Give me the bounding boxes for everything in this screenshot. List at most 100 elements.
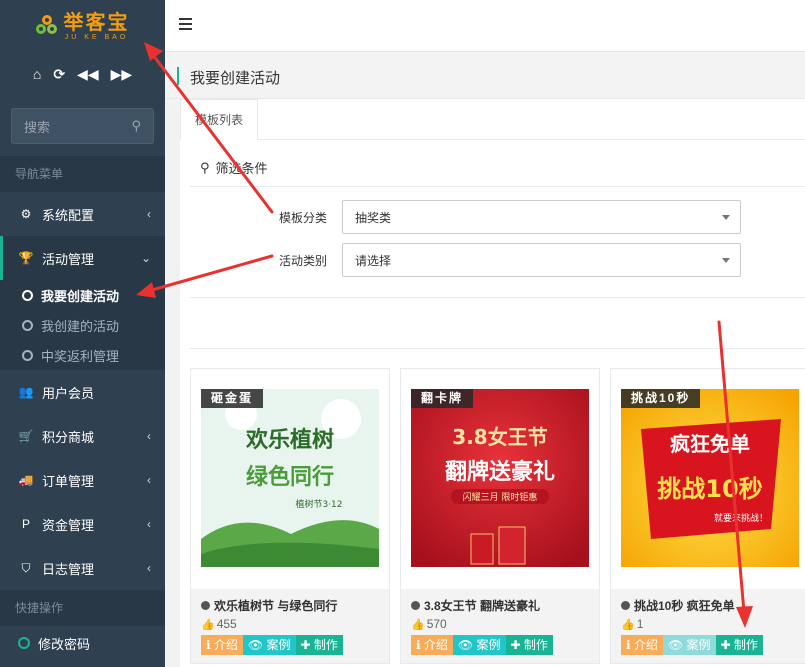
thumbnail-subtitle: 挑战10秒: [657, 475, 762, 503]
divider: [190, 348, 805, 349]
make-button[interactable]: ✚ 制作: [295, 635, 343, 655]
type-select[interactable]: 请选择: [342, 243, 741, 277]
quick-ops-header: 快捷操作: [0, 590, 165, 626]
template-type-badge: 翻卡牌: [411, 389, 474, 408]
make-button[interactable]: ✚ 制作: [505, 635, 553, 655]
thumbs-up-icon: 👍: [411, 619, 425, 631]
template-thumbnail[interactable]: 3.8女王节 翻牌送豪礼 闪耀三月 限时钜惠: [411, 389, 589, 567]
circle-icon: [22, 319, 33, 331]
submenu-item-label: 中奖返利管理: [41, 348, 120, 364]
bullet-icon: [621, 601, 630, 610]
sidebar-item-label: 日志管理: [42, 561, 95, 577]
type-select-value: 请选择: [355, 253, 392, 268]
cart-icon: 🛒: [18, 429, 34, 443]
paypal-icon: P: [21, 517, 30, 531]
chevron-left-icon: ‹: [147, 429, 151, 443]
content-panel: ⚲ 筛选条件 模板分类 抽奖类 活动类别 请选择 欢乐植树 绿色同行 植树节3·…: [180, 140, 805, 667]
category-select[interactable]: 抽奖类: [342, 200, 741, 234]
thumbnail-date: 就要来挑战！: [714, 512, 768, 524]
top-navbar: [165, 0, 805, 52]
chevron-left-icon: ‹: [147, 561, 151, 575]
category-select-value: 抽奖类: [355, 210, 392, 225]
case-button[interactable]: 👁 案例: [662, 635, 716, 655]
template-name: 欢乐植树节 与绿色同行: [201, 597, 337, 614]
submenu-item-prize-rebate[interactable]: 中奖返利管理: [0, 340, 165, 370]
card-footer: 3.8女王节 翻牌送豪礼 👍 570 ℹ 介绍 👁 案例 ✚ 制作: [401, 589, 599, 663]
quick-icons: ⌂ ⟳ ◀◀ ▶▶: [0, 52, 165, 96]
sidebar-item-label: 活动管理: [42, 251, 95, 267]
thumbnail-title: 疯狂免单: [670, 432, 750, 456]
backward-icon[interactable]: ◀◀: [77, 66, 99, 83]
template-name: 3.8女王节 翻牌送豪礼: [411, 597, 540, 614]
search-input[interactable]: 搜索 ⚲: [11, 108, 154, 144]
tab-template-list[interactable]: 模板列表: [180, 99, 258, 140]
like-count: 👍 1: [621, 617, 644, 631]
home-icon[interactable]: ⌂: [33, 66, 41, 82]
sidebar-item-label: 订单管理: [42, 473, 95, 489]
menu-toggle-icon[interactable]: [179, 18, 192, 30]
page-heading: 我要创建活动: [165, 53, 805, 99]
submenu-item-my-activities[interactable]: 我创建的活动: [0, 310, 165, 340]
template-thumbnail[interactable]: 欢乐植树 绿色同行 植树节3·12: [201, 389, 379, 567]
intro-button[interactable]: ℹ 介绍: [621, 635, 663, 655]
change-password-label: 修改密码: [38, 636, 91, 652]
change-password-link[interactable]: 修改密码: [0, 626, 165, 660]
sidebar-item-label: 积分商城: [42, 429, 95, 445]
nav-header: 导航菜单: [0, 156, 165, 192]
template-thumbnail[interactable]: 疯狂免单 挑战10秒 就要来挑战！: [621, 389, 799, 567]
sidebar-item-funds[interactable]: P 资金管理 ‹: [0, 502, 165, 546]
card-actions: ℹ 介绍 👁 案例 ✚ 制作: [411, 635, 553, 655]
chevron-left-icon: ‹: [147, 517, 151, 531]
thumbnail-title: 3.8女王节: [452, 425, 547, 449]
divider: [190, 297, 805, 298]
forward-icon[interactable]: ▶▶: [111, 66, 133, 83]
bullet-icon: [411, 601, 420, 610]
users-icon: 👥: [18, 385, 34, 399]
template-type-badge: 砸金蛋: [201, 389, 264, 408]
thumbnail-date: 植树节3·12: [295, 498, 342, 510]
type-label: 活动类别: [278, 254, 327, 268]
intro-button[interactable]: ℹ 介绍: [411, 635, 453, 655]
make-button[interactable]: ✚ 制作: [715, 635, 763, 655]
like-count: 👍 570: [411, 617, 447, 631]
filter-title: ⚲ 筛选条件: [190, 149, 805, 187]
submenu-item-create-activity[interactable]: 我要创建活动: [0, 280, 165, 310]
template-card[interactable]: 欢乐植树 绿色同行 植树节3·12 砸金蛋 欢乐植树节 与绿色同行 👍 455 ℹ…: [190, 368, 390, 664]
sidebar-item-system[interactable]: ⚙ 系统配置 ‹: [0, 192, 165, 236]
activity-submenu: 我要创建活动 我创建的活动 中奖返利管理: [0, 280, 165, 370]
circle-icon: [22, 349, 33, 361]
thumbnail-subtitle: 绿色同行: [246, 464, 334, 490]
intro-button[interactable]: ℹ 介绍: [201, 635, 243, 655]
template-card[interactable]: 疯狂免单 挑战10秒 就要来挑战！ 挑战10秒 挑战10秒 疯狂免单 👍 1 ℹ …: [610, 368, 805, 664]
case-button[interactable]: 👁 案例: [452, 635, 506, 655]
case-button[interactable]: 👁 案例: [242, 635, 296, 655]
category-label: 模板分类: [278, 211, 327, 225]
form-row-category: 模板分类 抽奖类: [180, 200, 805, 234]
sidebar-item-points-mall[interactable]: 🛒 积分商城 ‹: [0, 414, 165, 458]
thumbnail-date: 闪耀三月 限时钜惠: [463, 491, 538, 503]
sidebar-item-logs[interactable]: ⛉ 日志管理 ‹: [0, 546, 165, 590]
logo[interactable]: 举客宝 JU KE BAO: [0, 0, 165, 52]
sidebar-item-label: 用户会员: [42, 385, 95, 401]
page-title: 我要创建活动: [190, 70, 281, 87]
logo-mark-icon: [35, 15, 58, 37]
sidebar-item-activity[interactable]: 🏆 活动管理 ⌄: [0, 236, 165, 280]
sidebar-item-users[interactable]: 👥 用户会员: [0, 370, 165, 414]
thumbnail-title: 欢乐植树: [245, 427, 334, 453]
logo-text: 举客宝: [63, 9, 130, 34]
logo-subtext: JU KE BAO: [64, 33, 129, 41]
card-footer: 欢乐植树节 与绿色同行 👍 455 ℹ 介绍 👁 案例 ✚ 制作: [191, 589, 389, 663]
submenu-item-label: 我创建的活动: [41, 318, 120, 334]
refresh-icon[interactable]: ⟳: [53, 66, 65, 83]
sidebar-item-orders[interactable]: 🚚 订单管理 ‹: [0, 458, 165, 502]
card-actions: ℹ 介绍 👁 案例 ✚ 制作: [201, 635, 343, 655]
title-accent-bar: [177, 67, 179, 85]
search-icon[interactable]: ⚲: [131, 118, 141, 134]
sidebar: 举客宝 JU KE BAO ⌂ ⟳ ◀◀ ▶▶ 搜索 ⚲ 导航菜单 ⚙ 系统配置…: [0, 0, 165, 667]
template-type-badge: 挑战10秒: [621, 389, 701, 408]
bullet-icon: [201, 601, 210, 610]
sidebar-item-label: 系统配置: [42, 207, 95, 223]
shield-icon: ⛉: [21, 560, 31, 575]
template-card[interactable]: 3.8女王节 翻牌送豪礼 闪耀三月 限时钜惠 翻卡牌 3.8女王节 翻牌送豪礼 …: [400, 368, 600, 664]
chevron-left-icon: ‹: [147, 207, 151, 221]
